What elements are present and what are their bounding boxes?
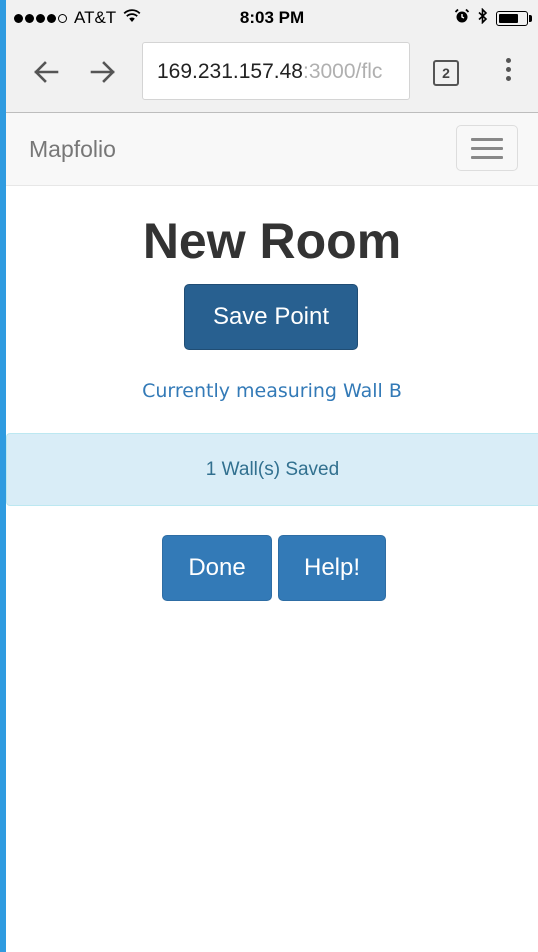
status-bar: AT&T 8:03 PM (6, 0, 538, 36)
done-button[interactable]: Done (162, 535, 272, 601)
walls-saved-alert: 1 Wall(s) Saved (6, 433, 538, 506)
url-host: 169.231.157.48 (157, 60, 303, 83)
tab-switcher-button[interactable]: 2 (433, 60, 459, 86)
bluetooth-icon (478, 7, 488, 29)
help-button[interactable]: Help! (278, 535, 386, 601)
browser-toolbar: 169.231.157.48:3000/flc 2 (6, 36, 538, 113)
alarm-clock-icon (454, 8, 470, 29)
more-vertical-icon[interactable] (496, 58, 520, 88)
page-title: New Room (142, 213, 402, 269)
phone-screen: AT&T 8:03 PM 169.231.157.48:3000/flc 2 M… (6, 0, 538, 952)
address-bar[interactable]: 169.231.157.48:3000/flc (142, 42, 410, 100)
back-button[interactable] (28, 54, 64, 90)
hamburger-icon[interactable] (456, 125, 518, 171)
url-path: :3000/flc (302, 60, 383, 83)
arrow-left-icon (34, 61, 59, 83)
measuring-status-text: Currently measuring Wall B (142, 380, 402, 402)
forward-button[interactable] (85, 54, 121, 90)
battery-icon (496, 11, 532, 26)
battery-level (499, 14, 518, 23)
save-point-button[interactable]: Save Point (184, 284, 358, 350)
brand-link[interactable]: Mapfolio (29, 113, 116, 185)
site-navbar: Mapfolio (6, 113, 538, 186)
status-right (446, 7, 532, 29)
walls-saved-text: 1 Wall(s) Saved (205, 458, 340, 480)
arrow-right-icon (90, 61, 115, 83)
